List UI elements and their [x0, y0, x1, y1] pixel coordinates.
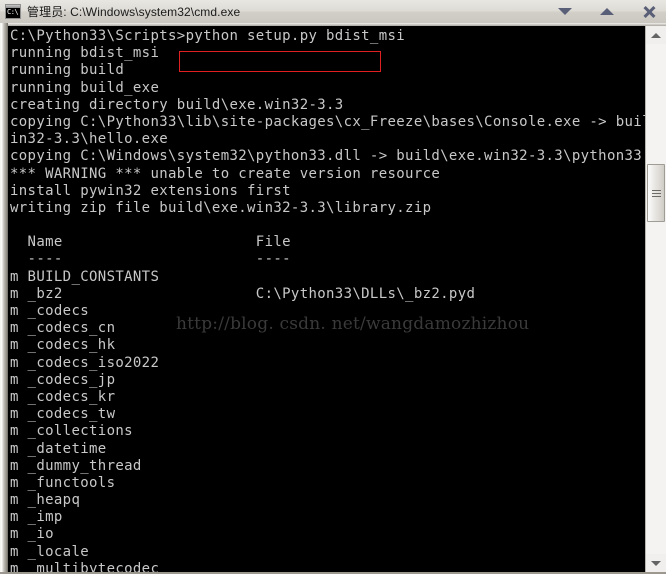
console-line: m _functools	[10, 474, 116, 491]
console-line: m _codecs_cn	[10, 320, 116, 337]
console-line: copying C:\Python33\lib\site-packages\cx…	[10, 113, 645, 130]
scroll-up-button[interactable]	[646, 26, 666, 44]
console-frame: C:\Python33\Scripts>python setup.py bdis…	[0, 23, 666, 574]
console-line: m _heapq	[10, 492, 81, 509]
console-line: running bdist_msi	[10, 45, 160, 62]
maximize-button[interactable]	[596, 2, 618, 22]
close-icon	[642, 5, 656, 19]
minimize-button[interactable]	[554, 2, 576, 22]
scroll-up-arrow-icon	[651, 32, 661, 38]
scrollbar-thumb[interactable]	[647, 164, 665, 222]
scroll-down-arrow-icon	[651, 560, 661, 566]
icon-prompt-glyph: C:\	[7, 8, 19, 16]
scroll-down-button[interactable]	[646, 554, 666, 572]
window-title: 管理员: C:\Windows\system32\cmd.exe	[27, 5, 241, 19]
console-line: m _locale	[10, 543, 90, 560]
console-line: C:\Python33\Scripts>python setup.py bdis…	[10, 28, 406, 44]
console-line: m _codecs_iso2022	[10, 354, 160, 371]
console-line: m BUILD_CONSTANTS	[10, 268, 160, 285]
console-line: m _imp	[10, 509, 63, 526]
console-line: Name File	[10, 234, 291, 251]
console-line: m _collections	[10, 423, 133, 440]
scrollbar-track[interactable]	[646, 44, 666, 554]
cmd-console-icon[interactable]: C:\	[5, 4, 21, 19]
console-line: m _codecs_jp	[10, 371, 116, 388]
close-button[interactable]	[638, 2, 660, 22]
console-line: m _bz2 C:\Python33\DLLs\_bz2.pyd	[10, 285, 476, 302]
scrollbar-grip-icon	[651, 189, 661, 197]
console-line: install pywin32 extensions first	[10, 182, 291, 199]
chevron-down-icon	[558, 8, 572, 15]
console-line: m _codecs_kr	[10, 388, 116, 405]
console-line: *** WARNING *** unable to create version…	[10, 165, 441, 182]
console-line: creating directory build\exe.win32-3.3	[10, 96, 344, 113]
console-line: ---- ----	[10, 251, 291, 268]
console-line: m _io	[10, 526, 54, 543]
title-bar[interactable]: C:\ 管理员: C:\Windows\system32\cmd.exe	[0, 0, 666, 23]
console-line: m _codecs_hk	[10, 337, 116, 354]
console-line: m _datetime	[10, 440, 107, 457]
console-line: m _multibytecodec	[10, 560, 160, 572]
console-line: m _codecs	[10, 303, 90, 319]
console-line: running build	[10, 62, 125, 79]
console-line: writing zip file build\exe.win32-3.3\lib…	[10, 199, 432, 216]
console-screen[interactable]: C:\Python33\Scripts>python setup.py bdis…	[8, 26, 645, 572]
cmd-window: C:\ 管理员: C:\Windows\system32\cmd.exe C:\…	[0, 0, 666, 574]
console-line: running build_exe	[10, 79, 160, 96]
console-line: m _dummy_thread	[10, 457, 142, 474]
frame-left-bevel	[0, 23, 8, 574]
console-output: C:\Python33\Scripts>python setup.py bdis…	[10, 28, 645, 572]
console-line: copying C:\Windows\system32\python33.dll…	[10, 148, 645, 165]
console-line: in32-3.3\hello.exe	[10, 131, 169, 148]
window-controls	[554, 0, 660, 23]
vertical-scrollbar[interactable]	[645, 26, 666, 572]
chevron-up-icon	[600, 8, 614, 15]
console-line: m _codecs_tw	[10, 406, 116, 423]
